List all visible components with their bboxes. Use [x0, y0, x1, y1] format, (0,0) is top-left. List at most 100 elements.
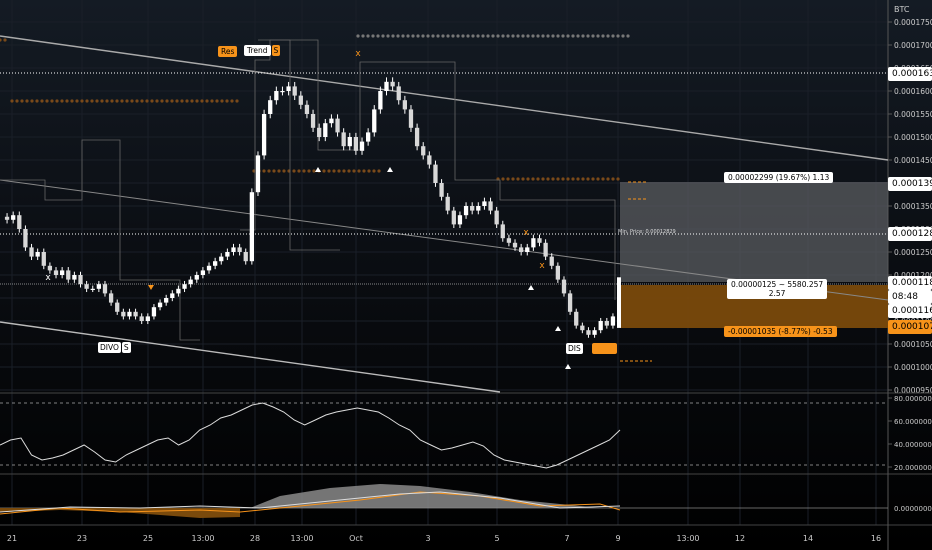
candle-body: [586, 330, 591, 335]
orange-dots-mid: [302, 169, 306, 173]
candle-body: [53, 270, 59, 275]
orange-dots-left: [110, 99, 114, 103]
resistance-dots: [386, 34, 390, 38]
min-price-label: Min. Price: 0.00012829: [618, 229, 676, 235]
candle-body: [292, 86, 297, 96]
time-axis-label: 13:00: [191, 534, 214, 543]
orange-dots-mid: [327, 169, 331, 173]
orange-dots-left: [65, 99, 69, 103]
orange-dots-left: [155, 99, 159, 103]
resistance-dots: [481, 34, 485, 38]
triangle-up-marker: [387, 167, 393, 172]
candle-body: [445, 196, 450, 211]
stop-step-line: [258, 39, 340, 251]
dis-tag: DIS: [566, 343, 583, 354]
candle-body: [280, 91, 285, 93]
orange-dots-mid: [367, 169, 371, 173]
orange-dots-left: [215, 99, 219, 103]
resistance-dots: [501, 34, 505, 38]
orange-dots-left: [90, 99, 94, 103]
candle-body: [304, 104, 310, 114]
time-axis-label: Oct: [349, 534, 363, 543]
candle-body: [457, 215, 463, 225]
resistance-dots: [406, 34, 410, 38]
candle-body: [170, 293, 175, 298]
candle-body: [506, 238, 512, 243]
price-chart[interactable]: 0.000175000.000170000.000165000.00016000…: [0, 0, 932, 550]
price-axis-label: 0.00010500: [894, 340, 932, 349]
resistance-dots: [616, 34, 620, 38]
orange-dots-mid: [322, 169, 326, 173]
symbol-label: BTC: [894, 5, 910, 14]
orange-dots-mid: [337, 169, 341, 173]
time-axis-label: 21: [7, 534, 17, 543]
resistance-dots: [541, 34, 545, 38]
divo-tag-text: DIVO: [98, 342, 121, 353]
orange-dots-mid: [282, 169, 286, 173]
candle-body: [402, 100, 408, 110]
resistance-dots: [606, 34, 610, 38]
candle-body: [335, 118, 340, 133]
x-marker: x: [539, 261, 545, 271]
candle-body: [427, 155, 432, 165]
candle-body: [41, 252, 46, 266]
resistance-dots: [381, 34, 385, 38]
measure-tooltip-mid-line2: 2.57: [768, 289, 786, 298]
candle-body: [96, 284, 102, 289]
orange-dots-left: [85, 99, 89, 103]
orange-dots-right: [561, 177, 565, 181]
price-axis-label: 0.00014500: [894, 156, 932, 165]
price-axis-label: 0.00010000: [894, 363, 932, 372]
candle-body: [206, 265, 212, 271]
candle-body: [408, 109, 414, 128]
candle-body: [72, 275, 77, 280]
orange-dots-left: [150, 99, 154, 103]
candle-body: [261, 114, 267, 156]
candle-body: [341, 132, 346, 147]
orange-dots-right: [611, 177, 615, 181]
candle-body: [433, 164, 438, 183]
orange-dots-mid: [357, 169, 361, 173]
orange-dots-left: [175, 99, 179, 103]
measure-tooltip-lower: -0.00001035 (-8.77%) -0.53: [724, 326, 837, 337]
osc1-axis-label: 40.00000000: [894, 441, 932, 449]
candle-body: [396, 86, 401, 101]
candle-body: [561, 279, 567, 294]
resistance-dots: [471, 34, 475, 38]
candle-body: [439, 183, 444, 197]
orange-dots-left: [140, 99, 144, 103]
resistance-dots: [476, 34, 480, 38]
orange-dots-right: [536, 177, 540, 181]
candle-body: [176, 288, 181, 294]
time-axis-label: 14: [803, 534, 813, 543]
orange-dots-left: [120, 99, 124, 103]
orange-dots-right: [581, 177, 585, 181]
resistance-dots: [496, 34, 500, 38]
orange-dots-right: [586, 177, 590, 181]
orange-dots-right: [506, 177, 510, 181]
candle-body: [574, 311, 579, 326]
candle-body: [567, 293, 573, 312]
price-axis-label: 0.00017000: [894, 41, 932, 50]
orange-dots-left: [200, 99, 204, 103]
candle-body: [133, 311, 138, 317]
candle-body: [102, 284, 108, 294]
candle-body: [231, 247, 236, 252]
candle-body: [390, 81, 395, 87]
candle-body: [353, 137, 359, 151]
price-label-mid: 0.00012829: [888, 227, 932, 241]
orange-trend-tag: Trend: [592, 343, 617, 354]
resistance-dots: [366, 34, 370, 38]
price-label-current: 0.00011812: [888, 276, 932, 290]
resistance-dots: [431, 34, 435, 38]
orange-dots-mid: [342, 169, 346, 173]
orange-dots-left: [60, 99, 64, 103]
candle-body: [512, 242, 518, 248]
orange-dots-left: [95, 99, 99, 103]
orange-dots-left: [40, 99, 44, 103]
chart-app[interactable]: 0.000175000.000170000.000165000.00016000…: [0, 0, 932, 550]
orange-dots-right: [526, 177, 530, 181]
time-axis-label: 5: [494, 534, 499, 543]
orange-dots-left: [20, 99, 24, 103]
candle-body: [365, 132, 371, 142]
